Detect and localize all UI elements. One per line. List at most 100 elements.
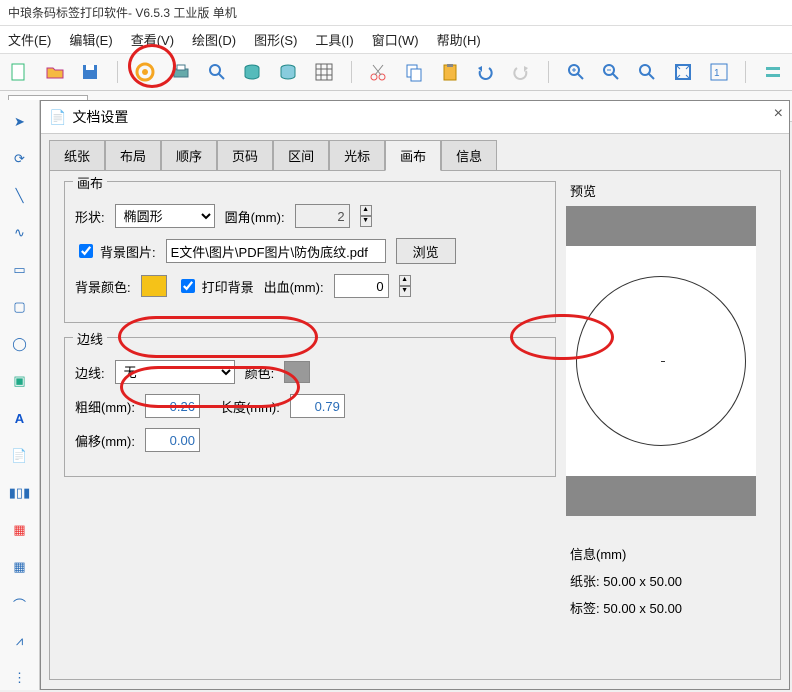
close-icon[interactable]: × [774,105,783,123]
bleed-field[interactable] [334,274,389,298]
border-label: 边线: [75,363,105,382]
db2-icon[interactable] [277,60,299,84]
ellipse-tool-icon[interactable]: ◯ [8,333,32,356]
shape-combo[interactable]: 椭圆形 [115,204,215,228]
roundrect-tool-icon[interactable]: ▢ [8,296,32,319]
printbg-label: 打印背景 [202,277,254,296]
new-icon[interactable] [8,60,30,84]
bleed-label: 出血(mm): [264,277,324,296]
menu-shape[interactable]: 图形(S) [254,30,297,49]
menu-tools[interactable]: 工具(I) [315,30,353,49]
menu-edit[interactable]: 编辑(E) [69,30,112,49]
zoom-fit-icon[interactable] [636,60,658,84]
dialog-tabs: 纸张 布局 顺序 页码 区间 光标 画布 信息 [41,134,789,171]
app-titlebar: 中琅条码标签打印软件- V6.5.3 工业版 单机 [0,0,792,26]
separator [351,61,352,83]
separator [745,61,746,83]
db-icon[interactable] [241,60,263,84]
canvas-group: 画布 形状: 椭圆形 圆角(mm): ▲▼ 背景图片: [64,181,556,323]
left-panel: 画布 形状: 椭圆形 圆角(mm): ▲▼ 背景图片: [64,181,556,669]
bgimg-path-input[interactable] [166,239,386,263]
length-field[interactable] [290,394,345,418]
toolbar: 1 [0,54,792,91]
menu-view[interactable]: 查看(V) [131,30,174,49]
line-tool-icon[interactable]: ╲ [8,184,32,207]
info-label: 信息(mm) [570,544,762,563]
rect-tool-icon[interactable]: ▭ [8,259,32,282]
info-label-size: 标签: 50.00 x 50.00 [570,598,762,617]
tab-range[interactable]: 区间 [273,140,329,171]
tab-paper[interactable]: 纸张 [49,140,105,171]
preview-icon[interactable] [206,60,228,84]
undo-icon[interactable] [475,60,497,84]
border-color-label: 颜色: [245,363,275,382]
richtext-tool-icon[interactable]: 📄 [8,444,32,467]
grid-icon[interactable] [313,60,335,84]
corner-label: 圆角(mm): [225,207,285,226]
offset-field[interactable] [145,428,200,452]
pointer-tool-icon[interactable]: ➤ [8,110,32,133]
polyline-tool-icon[interactable]: ⩘ [8,630,32,653]
doc-settings-dialog: 📄 文档设置 × 纸张 布局 顺序 页码 区间 光标 画布 信息 画布 形状: … [40,100,790,690]
thickness-label: 粗细(mm): [75,397,135,416]
cut-icon[interactable] [367,60,389,84]
bgcolor-swatch[interactable] [141,275,167,297]
border-color-swatch[interactable] [284,361,310,383]
dialog-titlebar: 📄 文档设置 × [41,101,789,134]
bgimg-check[interactable] [79,244,93,258]
rotate-tool-icon[interactable]: ⟳ [8,147,32,170]
corner-spinner[interactable]: ▲▼ [360,205,372,227]
image-tool-icon[interactable]: ▣ [8,370,32,393]
preview-box [566,206,756,516]
bgimg-label: 背景图片: [100,242,156,261]
bgimg-checkbox[interactable]: 背景图片: [75,241,156,261]
barcode-tool-icon[interactable]: ▮▯▮ [8,481,32,504]
table-tool-icon[interactable]: ▦ [8,556,32,579]
copy-icon[interactable] [403,60,425,84]
separator [548,61,549,83]
text-tool-icon[interactable]: A [8,407,32,430]
border-combo[interactable]: 无 [115,360,235,384]
zoom-actual-icon[interactable]: 1 [708,60,730,84]
zoom-in-icon[interactable] [565,60,587,84]
browse-button[interactable]: 浏览 [396,238,456,264]
separator [117,61,118,83]
length-label: 长度(mm): [220,397,280,416]
arc-tool-icon[interactable]: ⌒ [8,593,32,616]
tab-body: 画布 形状: 椭圆形 圆角(mm): ▲▼ 背景图片: [49,170,781,680]
bleed-spinner[interactable]: ▲▼ [399,275,411,297]
tab-info[interactable]: 信息 [441,140,497,171]
menu-help[interactable]: 帮助(H) [437,30,481,49]
more-icon[interactable] [762,60,784,84]
tab-page[interactable]: 页码 [217,140,273,171]
corner-field[interactable] [295,204,350,228]
tab-layout[interactable]: 布局 [105,140,161,171]
print-icon[interactable] [170,60,192,84]
doc-icon: 📄 [49,109,66,126]
doc-settings-icon[interactable] [134,60,156,84]
menu-window[interactable]: 窗口(W) [372,30,419,49]
thickness-field[interactable] [145,394,200,418]
paste-icon[interactable] [439,60,461,84]
menu-file[interactable]: 文件(E) [8,30,51,49]
curve-tool-icon[interactable]: ∿ [8,221,32,244]
right-panel: 预览 信息(mm) 纸张: 50.00 x 50.00 标签: 50.00 x … [566,181,766,669]
qr-tool-icon[interactable]: ▦ [8,518,32,541]
printbg-checkbox[interactable]: 打印背景 [177,276,254,296]
more-tool-icon[interactable]: ⋮ [8,667,32,690]
tab-cursor[interactable]: 光标 [329,140,385,171]
redo-icon[interactable] [510,60,532,84]
zoom-out-icon[interactable] [601,60,623,84]
bgcolor-label: 背景颜色: [75,277,131,296]
tab-canvas[interactable]: 画布 [385,140,441,171]
side-toolbar: ➤ ⟳ ╲ ∿ ▭ ▢ ◯ ▣ A 📄 ▮▯▮ ▦ ▦ ⌒ ⩘ ⋮ [0,100,40,690]
svg-text:1: 1 [714,68,720,79]
zoom-page-icon[interactable] [672,60,694,84]
open-icon[interactable] [44,60,66,84]
menu-draw[interactable]: 绘图(D) [192,30,236,49]
save-icon[interactable] [79,60,101,84]
printbg-check[interactable] [181,279,195,293]
offset-label: 偏移(mm): [75,431,135,450]
tab-order[interactable]: 顺序 [161,140,217,171]
menubar: 文件(E) 编辑(E) 查看(V) 绘图(D) 图形(S) 工具(I) 窗口(W… [0,26,792,54]
